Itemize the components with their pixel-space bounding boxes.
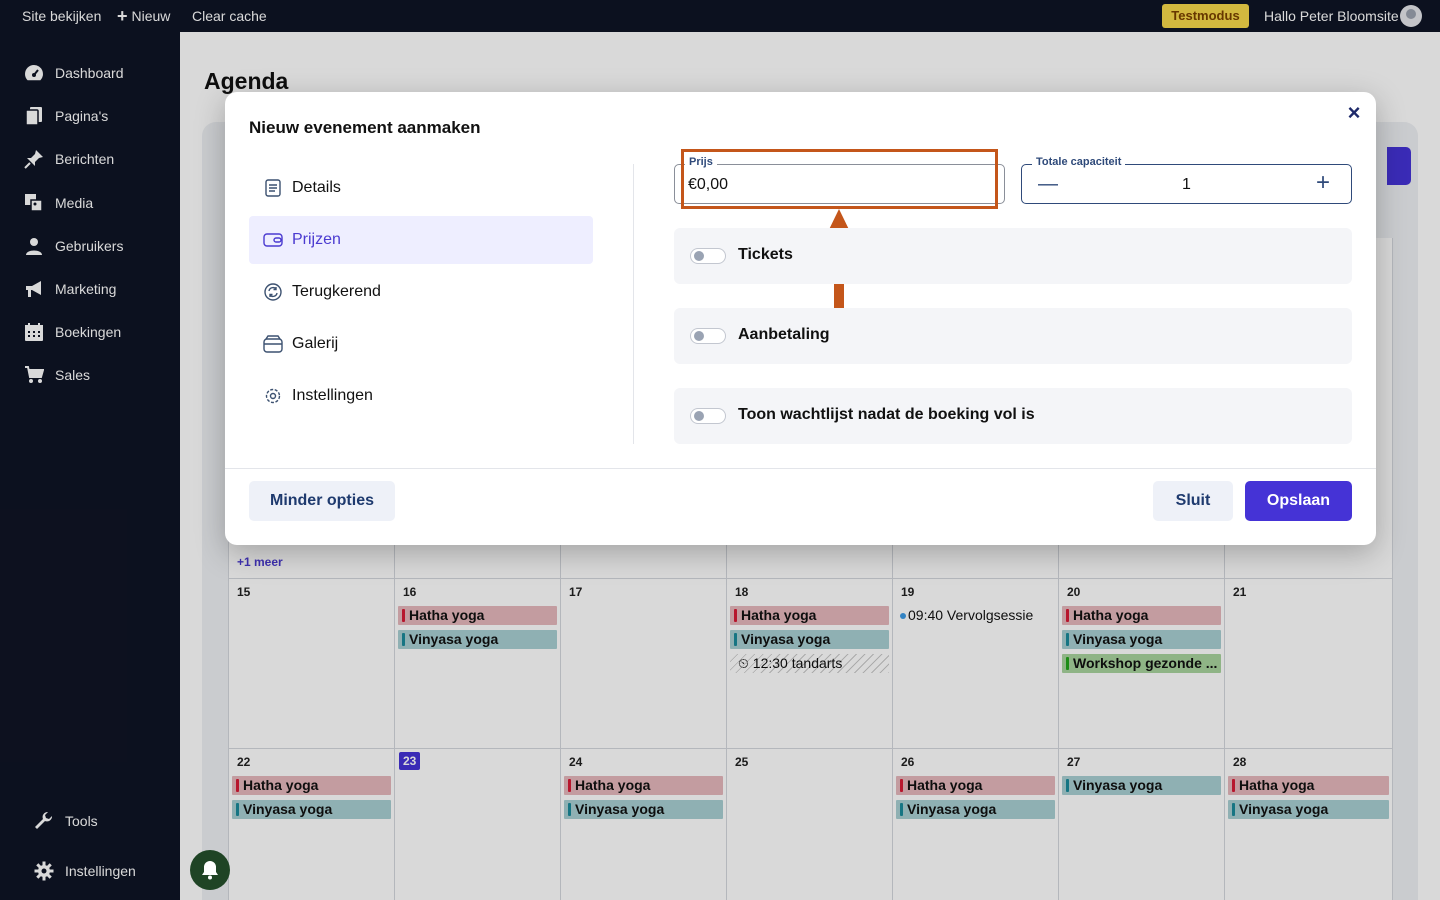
deposit-toggle[interactable] <box>690 328 726 344</box>
toggle-label: Aanbetaling <box>738 326 830 343</box>
plus-icon[interactable]: + <box>1316 170 1330 196</box>
menu-item-label: Instellingen <box>292 387 373 404</box>
menu-item-label: Terugkerend <box>292 283 381 300</box>
wallet-icon <box>263 230 283 250</box>
menu-item-prices[interactable]: Prijzen <box>249 216 593 264</box>
gallery-icon <box>263 334 283 354</box>
capacity-stepper[interactable]: Totale capaciteit — 1 + <box>1021 156 1352 204</box>
annotation-highlight-box <box>681 149 998 209</box>
menu-item-settings[interactable]: Instellingen <box>249 372 593 420</box>
close-icon[interactable]: × <box>1343 102 1365 124</box>
less-options-button[interactable]: Minder opties <box>249 481 395 521</box>
gear-icon <box>263 386 283 406</box>
close-button[interactable]: Sluit <box>1153 481 1233 521</box>
document-icon <box>263 178 283 198</box>
modal-title: Nieuw evenement aanmaken <box>249 118 481 137</box>
menu-item-label: Details <box>292 179 341 196</box>
toggle-label: Tickets <box>738 246 793 263</box>
menu-item-details[interactable]: Details <box>249 164 593 212</box>
capacity-label: Totale capaciteit <box>1032 156 1126 168</box>
toggle-label: Toon wachtlijst nadat de boeking vol is <box>738 406 1035 423</box>
menu-item-label: Galerij <box>292 335 339 352</box>
notification-bell-icon[interactable] <box>190 850 230 890</box>
menu-item-recurring[interactable]: Terugkerend <box>249 268 593 316</box>
tickets-toggle[interactable] <box>690 248 726 264</box>
tickets-toggle-row: Tickets <box>674 228 1352 284</box>
capacity-input[interactable]: 1 <box>1022 176 1351 194</box>
deposit-toggle-row: Aanbetaling <box>674 308 1352 364</box>
menu-item-gallery[interactable]: Galerij <box>249 320 593 368</box>
footer-divider <box>225 468 1376 469</box>
waitlist-toggle[interactable] <box>690 408 726 424</box>
menu-item-label: Prijzen <box>292 231 341 248</box>
vertical-divider <box>633 164 634 444</box>
save-button[interactable]: Opslaan <box>1245 481 1352 521</box>
new-event-modal: Nieuw evenement aanmaken × Details Prijz… <box>225 92 1376 545</box>
repeat-icon <box>263 282 283 302</box>
waitlist-toggle-row: Toon wachtlijst nadat de boeking vol is <box>674 388 1352 444</box>
